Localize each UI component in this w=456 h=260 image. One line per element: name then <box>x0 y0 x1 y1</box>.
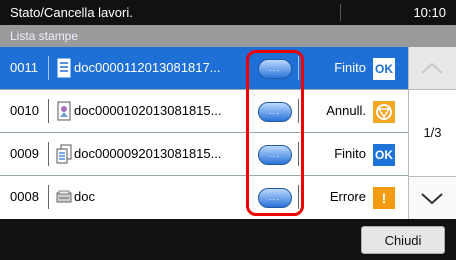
job-status: Finito <box>334 146 366 161</box>
list-header: Lista stampe <box>0 25 456 47</box>
job-row[interactable]: 0008 doc ... Errore ! <box>0 176 408 219</box>
details-button[interactable]: ... <box>258 188 292 208</box>
details-button-label: ... <box>269 192 280 202</box>
cancelled-status-icon <box>373 101 395 123</box>
divider <box>48 142 49 166</box>
error-status-icon: ! <box>373 187 395 209</box>
divider <box>48 185 49 209</box>
details-button-label: ... <box>269 149 280 159</box>
details-button-label: ... <box>269 106 280 116</box>
job-file-name: doc0000102013081815... <box>74 103 222 118</box>
clock: 10:10 <box>413 5 446 20</box>
job-row[interactable]: 0011 doc0000112013081817... ... Finito O… <box>0 47 408 90</box>
title-separator <box>340 4 341 21</box>
close-button[interactable]: Chiudi <box>361 226 445 254</box>
ok-status-icon: OK <box>373 58 395 80</box>
scroll-panel: 1/3 <box>408 47 456 219</box>
page-indicator: 1/3 <box>423 125 442 140</box>
screen-title: Stato/Cancella lavori. <box>10 5 133 20</box>
job-status: Errore <box>329 189 366 204</box>
job-status: Finito <box>334 60 366 75</box>
job-status-screen: Stato/Cancella lavori. 10:10 Lista stamp… <box>0 0 456 260</box>
job-number: 0009 <box>10 146 39 161</box>
divider <box>298 185 299 209</box>
details-button[interactable]: ... <box>258 145 292 165</box>
chevron-down-icon <box>421 193 443 205</box>
job-file-name: doc0000092013081815... <box>74 146 222 161</box>
title-bar: Stato/Cancella lavori. 10:10 <box>0 0 456 25</box>
multi-document-icon <box>56 144 72 164</box>
details-button[interactable]: ... <box>258 102 292 122</box>
scanner-icon <box>56 190 72 203</box>
divider <box>298 99 299 123</box>
list-title: Lista stampe <box>10 29 79 43</box>
divider <box>48 56 49 80</box>
job-file-name: doc <box>74 189 95 204</box>
details-button-label: ... <box>269 63 280 73</box>
close-button-label: Chiudi <box>384 233 422 248</box>
job-row[interactable]: 0009 doc0000092013081815... ... Finito O… <box>0 133 408 176</box>
details-button[interactable]: ... <box>258 59 292 79</box>
job-row[interactable]: 0010 doc0000102013081815... ... Annull. <box>0 90 408 133</box>
document-icon <box>57 58 71 78</box>
job-file-name: doc0000112013081817... <box>74 60 221 75</box>
chevron-up-icon <box>421 62 443 74</box>
job-number: 0008 <box>10 189 39 204</box>
job-status: Annull. <box>326 103 366 118</box>
divider <box>298 56 299 80</box>
image-file-icon <box>57 101 71 121</box>
divider <box>298 142 299 166</box>
ok-status-icon: OK <box>373 144 395 166</box>
job-number: 0011 <box>10 60 38 75</box>
job-number: 0010 <box>10 103 39 118</box>
scroll-up-button[interactable] <box>409 47 456 90</box>
divider <box>48 99 49 123</box>
scroll-down-button[interactable] <box>409 176 456 219</box>
job-list: 0011 doc0000112013081817... ... Finito O… <box>0 47 408 219</box>
